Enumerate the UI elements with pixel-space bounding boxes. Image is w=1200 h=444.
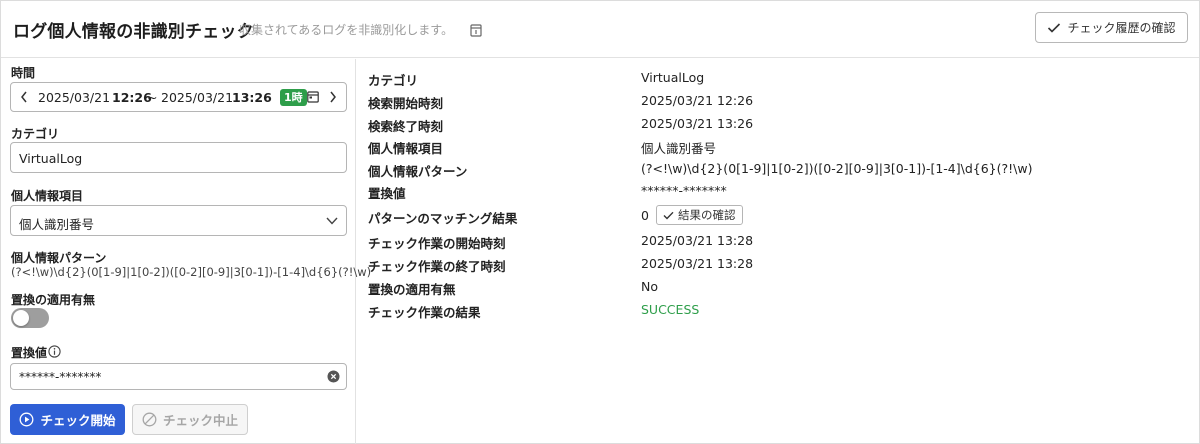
detail-row-job-end: チェック作業の終了時刻 2025/03/21 13:28 bbox=[368, 253, 1188, 275]
pii-item-select[interactable]: 個人識別番号 bbox=[10, 205, 347, 236]
detail-row-job-result: チェック作業の結果 SUCCESS bbox=[368, 299, 1188, 321]
time-range-picker[interactable]: 2025/03/21 12:26 ~ 2025/03/21 13:26 1時 bbox=[10, 82, 347, 112]
clear-icon[interactable] bbox=[327, 370, 340, 383]
detail-key: 置換の適用有無 bbox=[368, 282, 456, 297]
chevron-left-icon[interactable] bbox=[20, 91, 28, 103]
detail-row-search-start: 検索開始時刻 2025/03/21 12:26 bbox=[368, 90, 1188, 112]
pii-item-value: 個人識別番号 bbox=[19, 217, 95, 232]
detail-row-match-result: パターンのマッチング結果 0 結果の確認 bbox=[368, 205, 1188, 227]
end-date: 2025/03/21 bbox=[161, 90, 234, 105]
detail-key: 検索開始時刻 bbox=[368, 96, 444, 111]
detail-value: ******-******* bbox=[641, 183, 727, 198]
start-time: 12:26 bbox=[112, 90, 152, 105]
detail-key: 置換値 bbox=[368, 186, 406, 201]
detail-key: 個人情報項目 bbox=[368, 141, 444, 156]
page-header: ログ個人情報の非識別チェック 収集されてあるログを非識別化します。 チェック履歴… bbox=[1, 1, 1199, 58]
stop-check-label: チェック中止 bbox=[162, 413, 238, 428]
replacement-input[interactable]: ******-******* bbox=[10, 363, 347, 390]
detail-value: VirtualLog bbox=[641, 70, 705, 85]
start-check-button[interactable]: チェック開始 bbox=[10, 404, 125, 435]
detail-key: チェック作業の開始時刻 bbox=[368, 236, 506, 251]
view-result-label: 結果の確認 bbox=[678, 208, 736, 222]
pii-pattern-value: (?<!\w)\d{2}(0[1-9]|1[0-2])([0-2][0-9]|3… bbox=[11, 265, 372, 279]
replace-toggle[interactable] bbox=[11, 308, 49, 328]
detail-row-pii-pattern: 個人情報パターン (?<!\w)\d{2}(0[1-9]|1[0-2])([0-… bbox=[368, 158, 1188, 180]
detail-key: カテゴリ bbox=[368, 73, 419, 88]
detail-key: 検索終了時刻 bbox=[368, 119, 444, 134]
detail-key: チェック作業の結果 bbox=[368, 305, 481, 320]
replace-toggle-label: 置換の適用有無 bbox=[11, 293, 96, 307]
toggle-knob bbox=[13, 310, 29, 326]
detail-value: No bbox=[641, 279, 658, 294]
chevron-right-icon[interactable] bbox=[329, 91, 337, 103]
detail-row-job-start: チェック作業の開始時刻 2025/03/21 13:28 bbox=[368, 230, 1188, 252]
detail-row-search-end: 検索終了時刻 2025/03/21 13:26 bbox=[368, 113, 1188, 135]
replacement-value: ******-******* bbox=[19, 370, 102, 384]
page-title: ログ個人情報の非識別チェック bbox=[13, 22, 254, 42]
category-value: VirtualLog bbox=[19, 151, 83, 166]
app-frame: ログ個人情報の非識別チェック 収集されてあるログを非識別化します。 チェック履歴… bbox=[0, 0, 1200, 444]
calendar-icon[interactable] bbox=[307, 91, 319, 103]
search-form-panel: 時間 2025/03/21 12:26 ~ 2025/03/21 13:26 1… bbox=[1, 59, 371, 444]
category-label: カテゴリ bbox=[11, 127, 60, 141]
detail-value: 2025/03/21 12:26 bbox=[641, 93, 754, 108]
check-history-button[interactable]: チェック履歴の確認 bbox=[1035, 12, 1188, 43]
check-history-label: チェック履歴の確認 bbox=[1067, 21, 1176, 35]
detail-key: パターンのマッチング結果 bbox=[368, 211, 518, 226]
pii-item-label: 個人情報項目 bbox=[11, 189, 84, 203]
start-check-label: チェック開始 bbox=[40, 413, 116, 428]
end-time: 13:26 bbox=[232, 90, 272, 105]
start-date: 2025/03/21 bbox=[38, 90, 111, 105]
replacement-label: 置換値 bbox=[11, 346, 48, 360]
pii-pattern-label: 個人情報パターン bbox=[11, 251, 107, 265]
detail-key: 個人情報パターン bbox=[368, 164, 468, 179]
detail-value: 個人識別番号 bbox=[641, 141, 717, 156]
detail-row-replace-applied: 置換の適用有無 No bbox=[368, 276, 1188, 298]
detail-row-replacement: 置換値 ******-******* bbox=[368, 180, 1188, 202]
detail-row-pii-item: 個人情報項目 個人識別番号 bbox=[368, 135, 1188, 157]
check-icon bbox=[1048, 22, 1061, 33]
job-result-status: SUCCESS bbox=[641, 302, 700, 317]
view-result-button[interactable]: 結果の確認 bbox=[656, 205, 743, 225]
chevron-down-icon bbox=[326, 217, 338, 225]
play-circle-icon bbox=[20, 412, 34, 427]
detail-value: 0 bbox=[641, 208, 649, 223]
prohibit-icon bbox=[142, 412, 157, 427]
stop-check-button[interactable]: チェック中止 bbox=[132, 404, 248, 435]
detail-key: チェック作業の終了時刻 bbox=[368, 259, 506, 274]
detail-row-category: カテゴリ VirtualLog bbox=[368, 67, 1188, 89]
document-icon[interactable] bbox=[470, 24, 482, 37]
detail-value: (?<!\w)\d{2}(0[1-9]|1[0-2])([0-2][0-9]|3… bbox=[641, 161, 1033, 176]
detail-value: 2025/03/21 13:28 bbox=[641, 233, 754, 248]
time-label: 時間 bbox=[11, 66, 36, 80]
page-subtitle: 収集されてあるログを非識別化します。 bbox=[239, 23, 454, 37]
range-badge[interactable]: 1時 bbox=[280, 89, 307, 106]
category-input[interactable]: VirtualLog bbox=[10, 142, 347, 173]
info-icon[interactable] bbox=[48, 345, 61, 358]
detail-value: 2025/03/21 13:26 bbox=[641, 116, 754, 131]
detail-value: 2025/03/21 13:28 bbox=[641, 256, 754, 271]
range-separator: ~ bbox=[147, 90, 158, 105]
check-icon bbox=[663, 211, 674, 219]
